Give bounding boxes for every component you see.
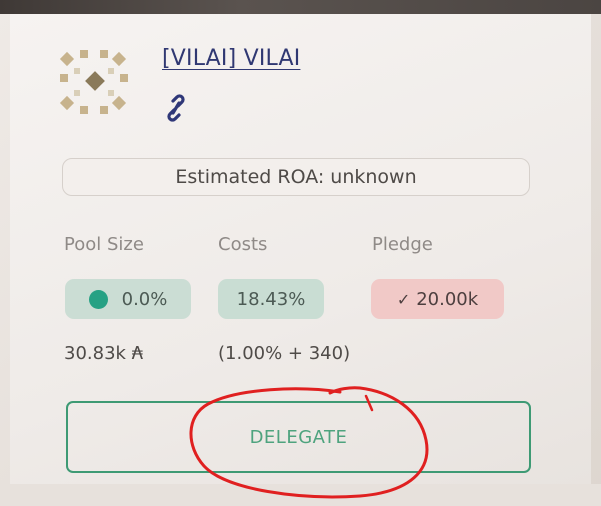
costs-value: 18.43% <box>236 288 306 310</box>
bottom-background <box>0 484 601 506</box>
pool-size-value: 0.0% <box>121 288 168 310</box>
costs-breakdown: (1.00% + 340) <box>218 343 351 364</box>
link-icon[interactable] <box>163 93 189 123</box>
costs-badge: 18.43% <box>218 279 324 319</box>
pledge-value: 20.00k <box>416 288 479 310</box>
dark-top-strip <box>0 0 601 14</box>
costs-label: Costs <box>218 234 268 255</box>
delegate-button-label: DELEGATE <box>249 426 348 448</box>
estimated-roa-box: Estimated ROA: unknown <box>62 158 530 196</box>
pool-size-badge: 0.0% <box>65 279 191 319</box>
estimated-roa-text: Estimated ROA: unknown <box>175 166 417 188</box>
pool-logo-icon <box>59 50 128 114</box>
pool-size-label: Pool Size <box>64 234 144 255</box>
pledge-label: Pledge <box>372 234 433 255</box>
saturation-dot-icon <box>88 289 108 309</box>
delegate-button[interactable]: DELEGATE <box>66 401 531 473</box>
pledge-badge: ✓ 20.00k <box>371 279 504 319</box>
check-icon: ✓ <box>396 289 411 309</box>
pool-stake-amount: 30.83k ₳ <box>64 343 144 364</box>
pool-name-link[interactable]: [VILAI] VILAI <box>162 46 300 71</box>
photo-background: [VILAI] VILAI Estimated ROA: unknown Poo… <box>0 0 601 506</box>
